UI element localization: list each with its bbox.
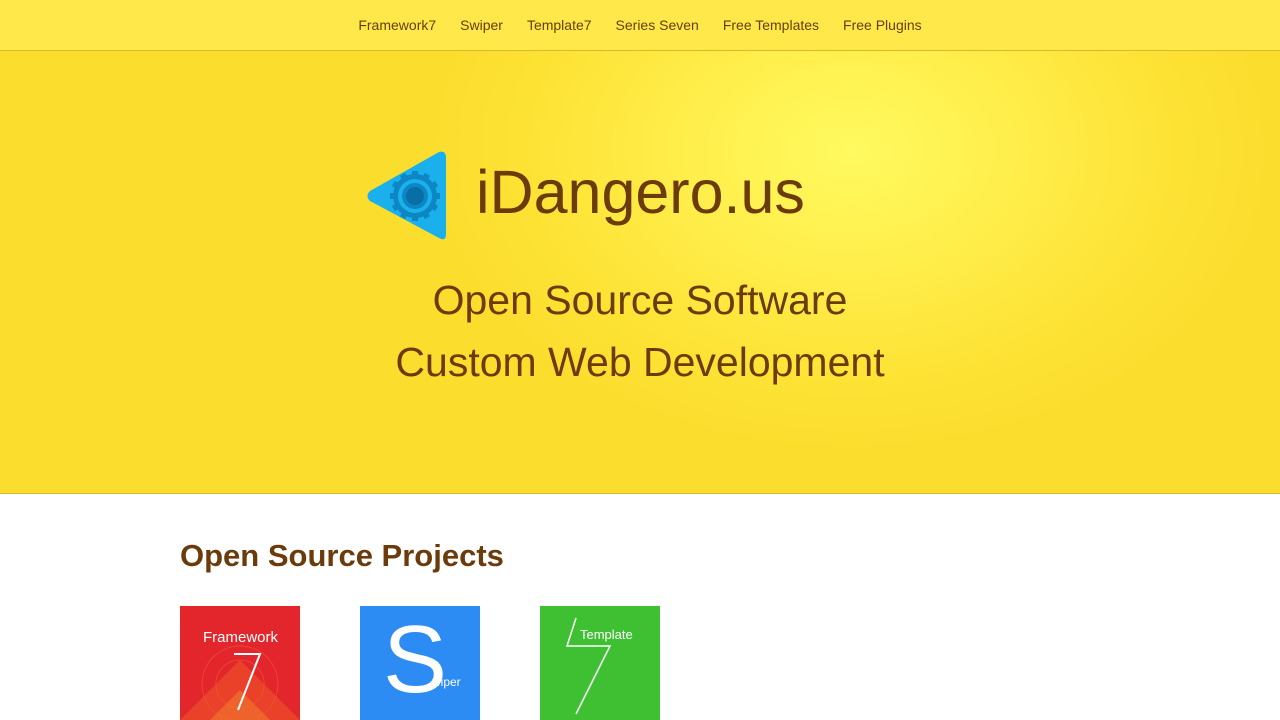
template7-label: Template: [580, 627, 633, 642]
project-tile-template7[interactable]: Template: [540, 606, 660, 720]
nav-link-framework7[interactable]: Framework7: [358, 0, 436, 51]
hero-banner: iDangero.us Open Source Software Custom …: [0, 51, 1280, 494]
framework7-logo-icon: [180, 606, 300, 720]
project-tile-swiper[interactable]: S wiper: [360, 606, 480, 720]
swiper-glyph: S: [383, 606, 448, 713]
top-navigation: Framework7 Swiper Template7 Series Seven…: [0, 0, 1280, 51]
nav-link-template7[interactable]: Template7: [527, 0, 592, 51]
project-tile-framework7[interactable]: Framework: [180, 606, 300, 720]
gear-play-icon[interactable]: [365, 150, 447, 242]
framework7-label: Framework: [203, 629, 279, 646]
template7-logo-icon: [540, 606, 660, 720]
tagline-open-source: Open Source Software: [432, 277, 848, 323]
nav-link-swiper[interactable]: Swiper: [460, 0, 503, 51]
brand-name: iDangero.us: [476, 158, 805, 226]
tagline-web-development: Custom Web Development: [395, 339, 885, 385]
section-title-projects: Open Source Projects: [180, 538, 504, 573]
swiper-label: wiper: [432, 675, 461, 689]
nav-link-free-templates[interactable]: Free Templates: [723, 0, 819, 51]
nav-link-series-seven[interactable]: Series Seven: [616, 0, 699, 51]
nav-link-free-plugins[interactable]: Free Plugins: [843, 0, 922, 51]
